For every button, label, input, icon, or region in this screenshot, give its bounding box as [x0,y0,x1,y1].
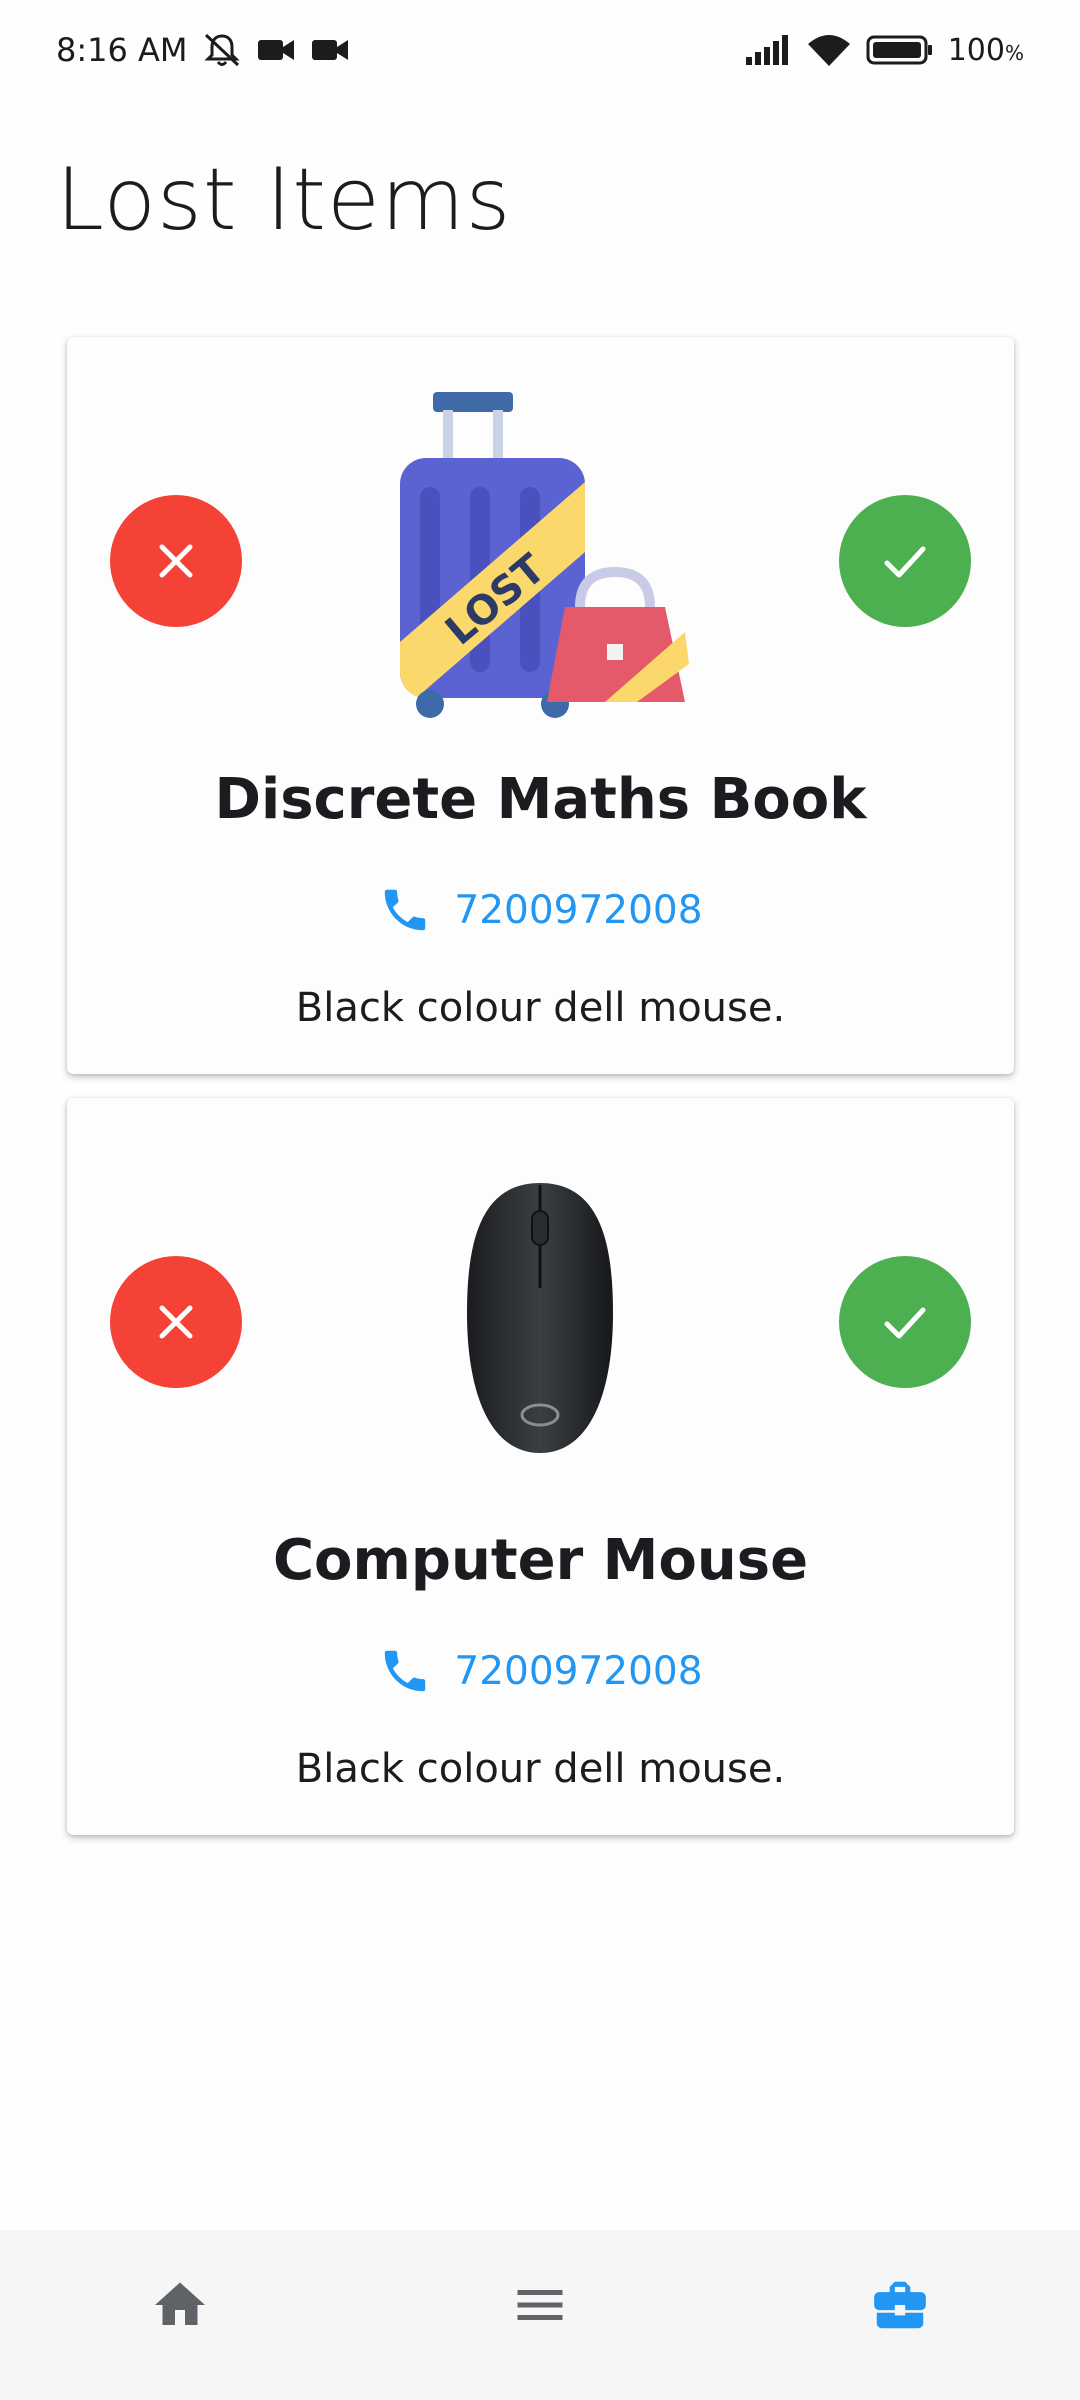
close-icon [159,544,193,578]
status-left: 8:16 AM [56,31,350,69]
phone-row[interactable]: 7200972008 [67,883,1014,937]
menu-icon [517,2290,563,2320]
lost-item-card[interactable]: Computer Mouse 7200972008 Black colour d… [67,1098,1014,1835]
video-camera-icon [310,35,350,65]
accept-button[interactable] [839,1256,971,1388]
check-icon [884,1307,926,1339]
item-name: Computer Mouse [272,1528,809,1593]
lost-luggage-icon: LOST [400,392,689,718]
phone-number[interactable]: 7200972008 [454,888,702,933]
reject-button[interactable] [110,495,242,627]
status-right: 100% [744,32,1024,68]
battery-icon [866,34,934,66]
close-icon [159,1305,193,1339]
status-time: 8:16 AM [56,31,188,69]
lost-items-screen: 8:16 AM 100% Lost Items LOST Discrete Ma… [0,0,1080,2400]
battery-percent: 100% [947,32,1024,68]
item-description: Black colour dell mouse. [295,1746,786,1792]
signal-icon [744,33,792,67]
wifi-icon [806,32,852,68]
mute-icon [202,32,242,68]
home-icon [155,2282,205,2325]
computer-mouse-icon [467,1183,613,1453]
status-bar: 8:16 AM 100% [0,0,1080,100]
phone-icon [385,1650,426,1692]
nav-menu[interactable] [480,2245,600,2365]
phone-row[interactable]: 7200972008 [67,1644,1014,1698]
phone-number[interactable]: 7200972008 [454,1649,702,1694]
nav-home[interactable] [120,2245,240,2365]
briefcase-icon [874,2281,926,2329]
nav-lost-items[interactable] [840,2245,960,2365]
lost-item-card[interactable]: LOST Discrete Maths Book 7200972008 Blac… [67,337,1014,1074]
check-icon [884,546,926,578]
reject-button[interactable] [110,1256,242,1388]
phone-icon [385,889,426,931]
item-name: Discrete Maths Book [214,767,867,832]
page-title: Lost Items [56,150,512,250]
accept-button[interactable] [839,495,971,627]
bottom-navigation [0,2230,1080,2400]
video-camera-icon [256,35,296,65]
item-description: Black colour dell mouse. [295,985,786,1031]
